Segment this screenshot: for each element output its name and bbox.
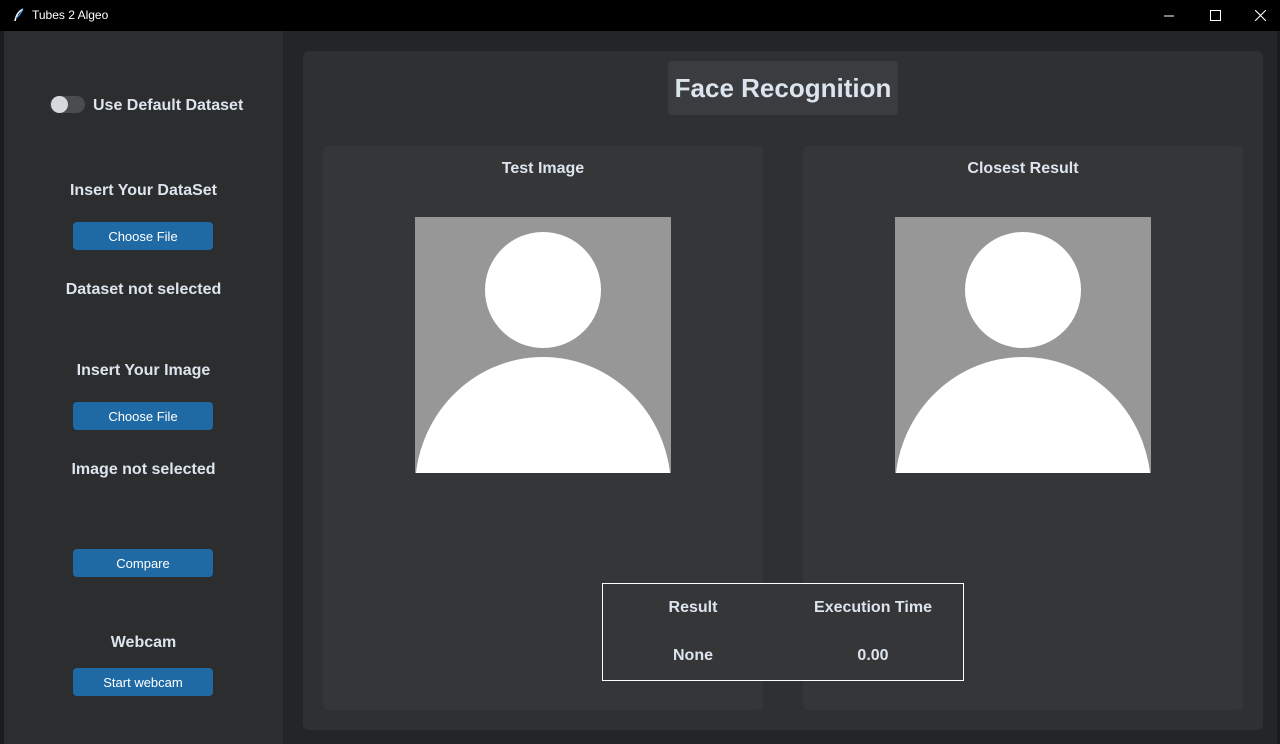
webcam-heading: Webcam bbox=[110, 634, 177, 651]
execution-time-header: Execution Time bbox=[814, 599, 932, 616]
sidebar: Use Default Dataset Insert Your DataSet … bbox=[4, 31, 283, 744]
page-title: Face Recognition bbox=[668, 61, 898, 115]
choose-image-button[interactable]: Choose File bbox=[73, 402, 213, 430]
default-dataset-switch[interactable] bbox=[50, 96, 85, 113]
execution-time-value: 0.00 bbox=[857, 647, 889, 664]
closest-result-placeholder bbox=[895, 217, 1151, 473]
test-image-title: Test Image bbox=[501, 160, 585, 177]
result-header: Result bbox=[668, 599, 718, 616]
compare-button[interactable]: Compare bbox=[73, 549, 213, 577]
maximize-icon bbox=[1209, 10, 1221, 21]
close-button[interactable] bbox=[1237, 0, 1280, 31]
feather-icon bbox=[13, 8, 25, 22]
image-status: Image not selected bbox=[71, 461, 216, 478]
user-placeholder-icon bbox=[895, 217, 1151, 473]
results-box: Result Execution Time None 0.00 bbox=[602, 583, 964, 681]
start-webcam-button[interactable]: Start webcam bbox=[73, 668, 213, 696]
user-placeholder-icon bbox=[415, 217, 671, 473]
result-value: None bbox=[673, 647, 713, 664]
title-bar: Tubes 2 Algeo bbox=[0, 0, 1280, 31]
maximize-button[interactable] bbox=[1192, 0, 1238, 31]
minimize-button[interactable] bbox=[1146, 0, 1192, 31]
choose-dataset-button[interactable]: Choose File bbox=[73, 222, 213, 250]
switch-knob[interactable] bbox=[51, 96, 68, 113]
minimize-icon bbox=[1164, 11, 1174, 21]
window-title: Tubes 2 Algeo bbox=[32, 8, 109, 22]
image-heading: Insert Your Image bbox=[76, 362, 211, 379]
close-icon bbox=[1254, 10, 1266, 21]
dataset-status: Dataset not selected bbox=[65, 281, 222, 298]
test-image-placeholder bbox=[415, 217, 671, 473]
closest-result-title: Closest Result bbox=[967, 160, 1079, 177]
default-dataset-label[interactable]: Use Default Dataset bbox=[93, 97, 243, 115]
dataset-heading: Insert Your DataSet bbox=[69, 182, 217, 199]
